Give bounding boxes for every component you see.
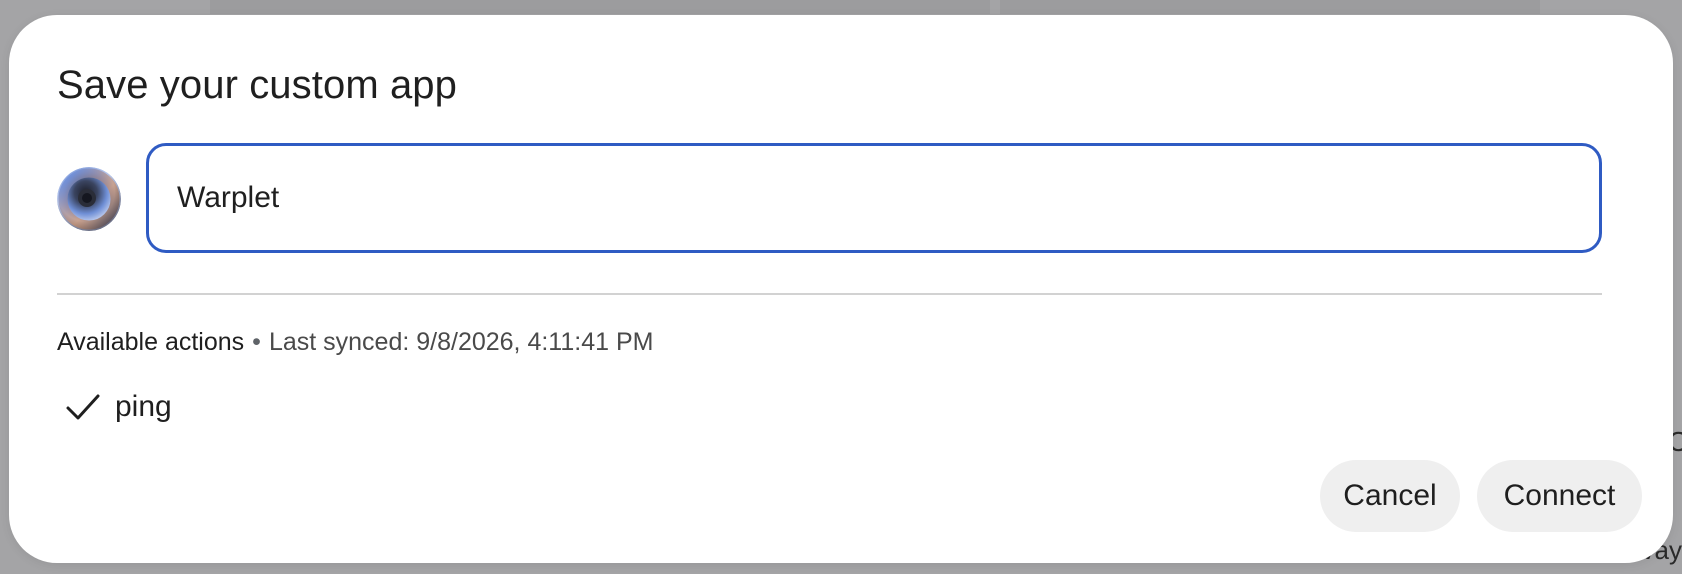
dialog-title: Save your custom app bbox=[57, 63, 457, 107]
last-synced-text: Last synced: 9/8/2026, 4:11:41 PM bbox=[268, 328, 654, 356]
connect-button[interactable]: Connect bbox=[1477, 460, 1642, 532]
action-label: ping bbox=[115, 390, 172, 423]
separator-dot: • bbox=[252, 328, 261, 356]
divider bbox=[57, 293, 1602, 295]
app-logo-icon bbox=[57, 167, 121, 231]
background-band bbox=[1000, 0, 1540, 14]
available-actions-label: Available actions bbox=[57, 328, 245, 356]
save-custom-app-dialog: Save your custom app Warplet Available a… bbox=[9, 15, 1673, 563]
cancel-button[interactable]: Cancel bbox=[1320, 460, 1460, 532]
app-name-field[interactable] bbox=[146, 143, 1602, 253]
app-name-input[interactable] bbox=[177, 146, 1557, 250]
action-item-ping: ping bbox=[57, 385, 172, 429]
background-band bbox=[210, 0, 990, 14]
checkmark-icon bbox=[61, 385, 105, 429]
actions-header: Available actions • Last synced: 9/8/2026,… bbox=[57, 328, 653, 357]
